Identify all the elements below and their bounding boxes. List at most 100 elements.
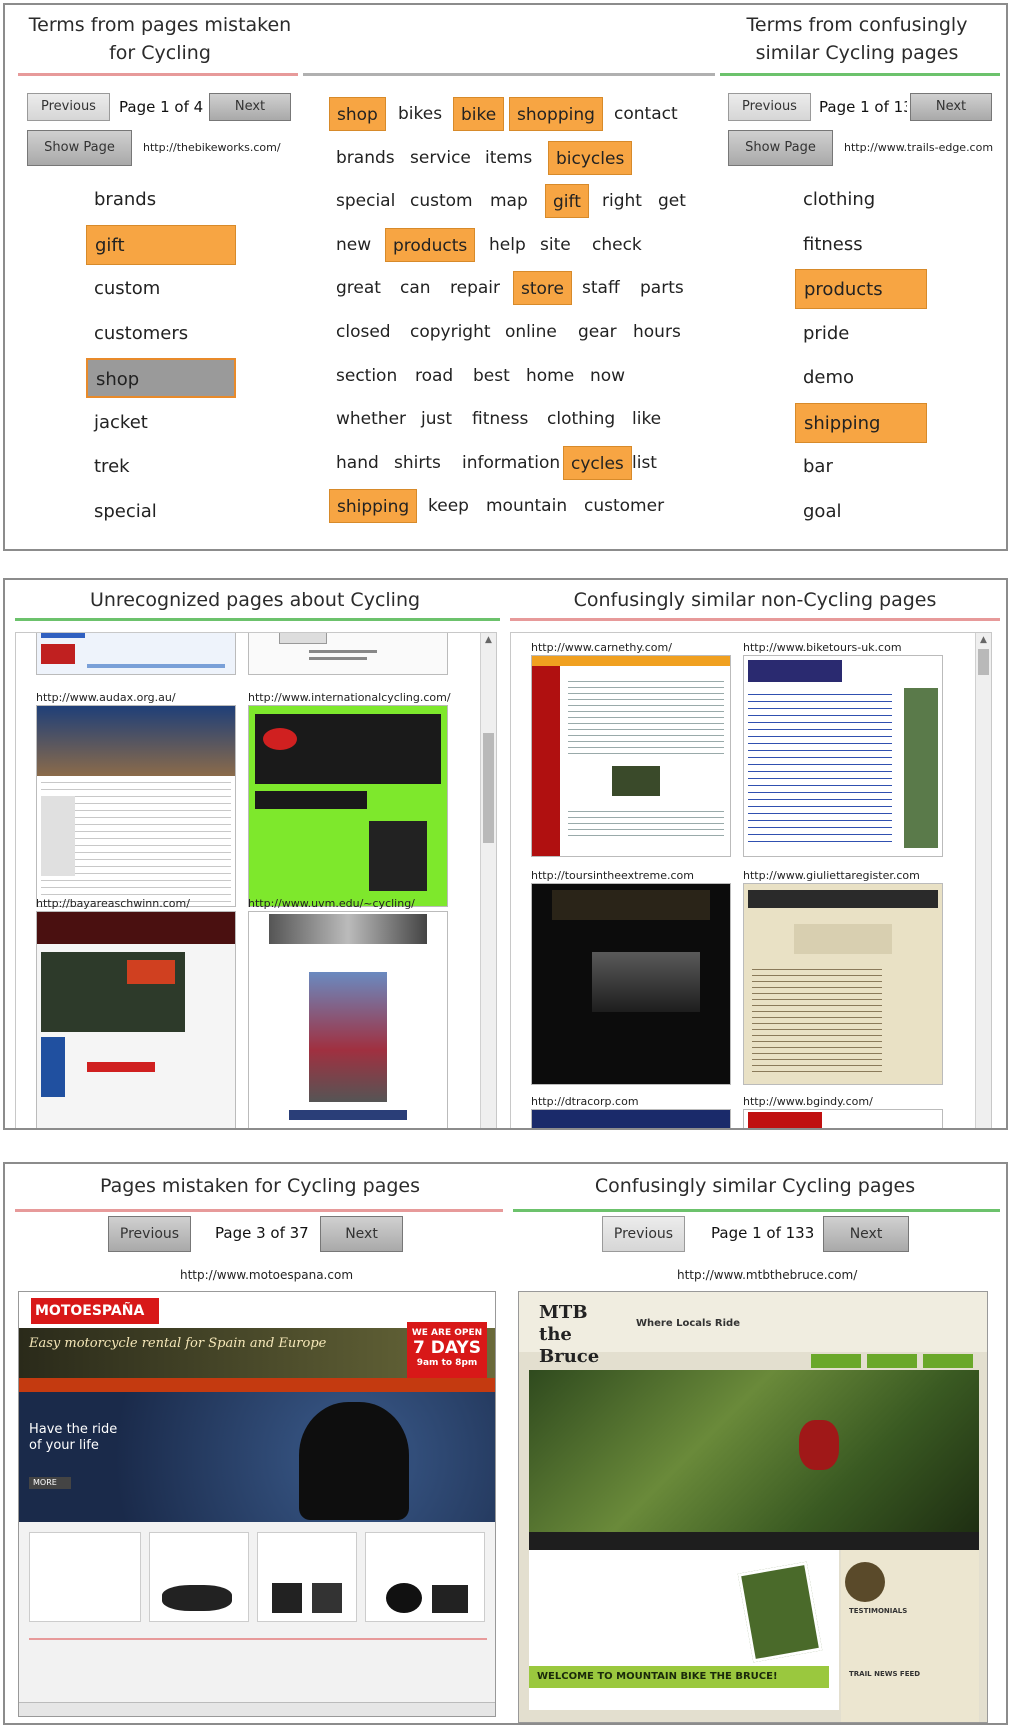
scrollbar-thumb[interactable]	[978, 649, 989, 675]
page-thumbnail[interactable]	[531, 1109, 731, 1128]
cloud-word[interactable]: cycles	[563, 445, 632, 480]
nav-tab[interactable]	[867, 1354, 917, 1368]
term-item[interactable]: bar	[795, 447, 927, 487]
scrollbar-thumb[interactable]	[483, 733, 494, 843]
cloud-word[interactable]: store	[513, 271, 572, 306]
page-url[interactable]: http://www.trails-edge.com	[844, 141, 993, 154]
cloud-word[interactable]: home	[519, 359, 581, 393]
cloud-word[interactable]: special	[329, 184, 402, 218]
page-preview[interactable]: MOTOESPAÑA Easy motorcycle rental for Sp…	[18, 1291, 496, 1717]
page-thumbnail[interactable]	[36, 911, 236, 1128]
page-url[interactable]: http://thebikeworks.com/	[143, 141, 281, 154]
similar-pages-list[interactable]: http://www.carnethy.com/ http://www.bike…	[510, 632, 992, 1128]
term-item[interactable]: clothing	[795, 180, 927, 220]
cloud-word[interactable]: contact	[607, 97, 685, 131]
cloud-word[interactable]: section	[329, 359, 404, 393]
cloud-word[interactable]: parts	[633, 271, 691, 305]
cloud-word[interactable]: customer	[577, 489, 671, 523]
content-card[interactable]	[365, 1532, 485, 1622]
cloud-word[interactable]: mountain	[479, 489, 574, 523]
previous-button[interactable]: Previous	[108, 1216, 191, 1252]
previous-button[interactable]: Previous	[728, 93, 811, 121]
cloud-word[interactable]: new	[329, 228, 378, 262]
cloud-word[interactable]: custom	[403, 184, 480, 218]
cloud-word[interactable]: site	[533, 228, 578, 262]
site-nav[interactable]	[19, 1378, 495, 1392]
cloud-word[interactable]: get	[651, 184, 693, 218]
cloud-word[interactable]: just	[414, 402, 459, 436]
page-url[interactable]: http://www.motoespana.com	[180, 1268, 353, 1282]
cloud-word[interactable]: gift	[545, 184, 589, 219]
term-item[interactable]: special	[86, 492, 236, 532]
page-thumbnail[interactable]	[743, 1109, 943, 1128]
thumbnail-url[interactable]: http://www.bgindy.com/	[743, 1095, 873, 1108]
cloud-word[interactable]: repair	[443, 271, 507, 305]
scroll-up-icon[interactable]: ▲	[483, 635, 494, 646]
show-page-button[interactable]: Show Page	[27, 130, 132, 166]
page-preview[interactable]: MTB the Bruce Where Locals Ride TESTIMON…	[518, 1291, 988, 1723]
page-thumbnail[interactable]	[248, 705, 448, 907]
cloud-word[interactable]: gear	[571, 315, 624, 349]
term-item[interactable]: demo	[795, 358, 927, 398]
page-thumbnail[interactable]	[36, 633, 236, 675]
page-thumbnail[interactable]	[531, 655, 731, 857]
term-item[interactable]: jacket	[86, 403, 236, 443]
nav-tab[interactable]	[811, 1354, 861, 1368]
cloud-word[interactable]: clothing	[540, 402, 622, 436]
cloud-word[interactable]: service	[403, 141, 478, 175]
cloud-word[interactable]: copyright	[403, 315, 498, 349]
cloud-word[interactable]: shopping	[509, 97, 603, 131]
cloud-word[interactable]: keep	[421, 489, 476, 523]
cloud-word[interactable]: hand	[329, 446, 386, 480]
term-item[interactable]: trek	[86, 447, 236, 487]
page-thumbnail[interactable]	[248, 911, 448, 1128]
cloud-word[interactable]: whether	[329, 402, 413, 436]
previous-button[interactable]: Previous	[602, 1216, 685, 1252]
thumbnail-url[interactable]: http://bayareaschwinn.com/	[36, 897, 190, 910]
next-button[interactable]: Next	[209, 93, 291, 121]
content-card[interactable]	[29, 1532, 141, 1622]
cloud-word[interactable]: road	[408, 359, 460, 393]
cloud-word[interactable]: help	[482, 228, 533, 262]
term-item[interactable]: shop	[86, 358, 236, 398]
thumbnail-url[interactable]: http://www.biketours-uk.com	[743, 641, 902, 654]
term-item[interactable]: customers	[86, 314, 236, 354]
term-item[interactable]: goal	[795, 492, 927, 532]
cloud-word[interactable]: list	[625, 446, 664, 480]
page-thumbnail[interactable]	[36, 705, 236, 907]
thumbnail-url[interactable]: http://www.uvm.edu/~cycling/	[248, 897, 415, 910]
thumbnail-url[interactable]: http://www.carnethy.com/	[531, 641, 672, 654]
thumbnail-url[interactable]: http://www.audax.org.au/	[36, 691, 176, 704]
cloud-word[interactable]: bicycles	[548, 140, 633, 175]
vertical-scrollbar[interactable]: ▲	[975, 633, 991, 1128]
cloud-word[interactable]: closed	[329, 315, 398, 349]
site-nav[interactable]	[529, 1532, 979, 1550]
cloud-word[interactable]: online	[498, 315, 564, 349]
term-item[interactable]: pride	[795, 314, 927, 354]
cloud-word[interactable]: hours	[626, 315, 688, 349]
term-item[interactable]: gift	[86, 224, 236, 265]
show-page-button[interactable]: Show Page	[728, 130, 833, 166]
page-url[interactable]: http://www.mtbthebruce.com/	[677, 1268, 857, 1282]
previous-button[interactable]: Previous	[27, 93, 110, 121]
cloud-word[interactable]: great	[329, 271, 388, 305]
cloud-word[interactable]: right	[595, 184, 649, 218]
next-button[interactable]: Next	[320, 1216, 403, 1252]
page-thumbnail[interactable]	[743, 655, 943, 857]
thumbnail-url[interactable]: http://toursintheextreme.com	[531, 869, 694, 882]
cloud-word[interactable]: now	[583, 359, 632, 393]
page-thumbnail[interactable]	[743, 883, 943, 1085]
cloud-word[interactable]: like	[625, 402, 668, 436]
cloud-word[interactable]: can	[393, 271, 438, 305]
thumbnail-url[interactable]: http://dtracorp.com	[531, 1095, 639, 1108]
content-card[interactable]	[257, 1532, 357, 1622]
cloud-word[interactable]: best	[466, 359, 517, 393]
cloud-word[interactable]: check	[585, 228, 649, 262]
thumbnail-url[interactable]: http://www.internationalcycling.com/	[248, 691, 451, 704]
cloud-word[interactable]: fitness	[465, 402, 535, 436]
cloud-word[interactable]: items	[478, 141, 539, 175]
thumbnail-url[interactable]: http://www.giuliettaregister.com	[743, 869, 920, 882]
term-item[interactable]: brands	[86, 180, 236, 220]
cloud-word[interactable]: bikes	[391, 97, 449, 131]
page-thumbnail[interactable]	[248, 633, 448, 675]
